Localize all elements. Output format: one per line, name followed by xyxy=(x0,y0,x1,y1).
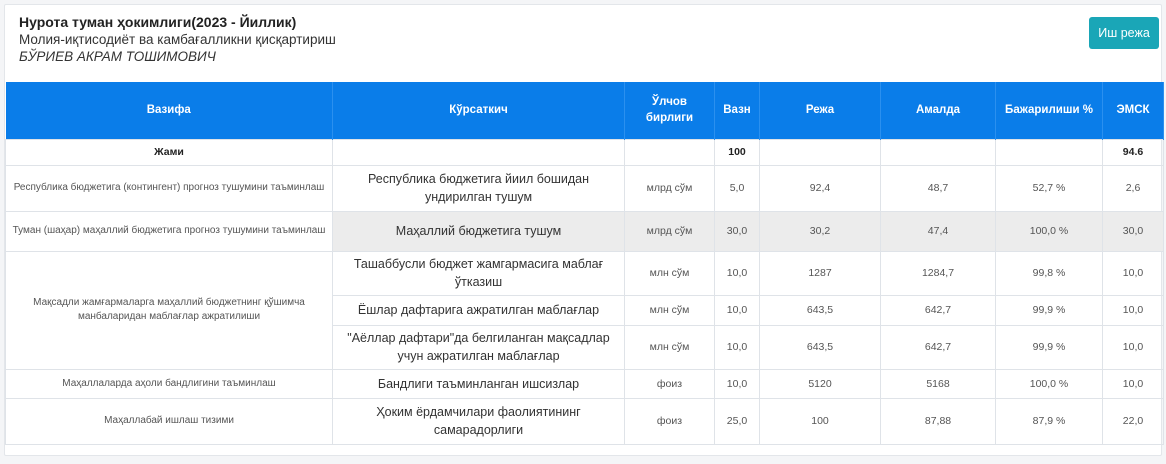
task-cell: Туман (шаҳар) маҳаллий бюджетига прогноз… xyxy=(5,210,333,252)
plan-cell: 643,5 xyxy=(759,324,881,370)
task-cell: Республика бюджетига (контингент) прогно… xyxy=(5,164,333,212)
unit-cell: млн сўм xyxy=(624,250,715,296)
column-header-emsk: ЭМСК xyxy=(1102,82,1164,139)
plan-cell: 100 xyxy=(759,397,881,445)
percent-cell: 100,0 % xyxy=(995,210,1103,252)
unit-cell: фоиз xyxy=(624,397,715,445)
indicator-cell: Бандлиги таъминланган ишсизлар xyxy=(332,368,625,399)
total-emsk: 94.6 xyxy=(1102,138,1164,166)
responsible-person: БЎРИЕВ АКРАМ ТОШИМОВИЧ xyxy=(19,49,216,64)
unit-cell: млн сўм xyxy=(624,294,715,326)
percent-cell: 52,7 % xyxy=(995,164,1103,212)
emsk-cell: 10,0 xyxy=(1102,250,1164,296)
emsk-cell: 2,6 xyxy=(1102,164,1164,212)
table-row: Маҳаллабай ишлаш тизими Ҳоким ёрдамчилар… xyxy=(5,397,1164,445)
indicator-cell: "Аёллар дафтари"да белгиланган мақсадлар… xyxy=(332,324,625,370)
weight-cell: 10,0 xyxy=(714,294,760,326)
emsk-cell: 30,0 xyxy=(1102,210,1164,252)
percent-cell: 87,9 % xyxy=(995,397,1103,445)
work-plan-button[interactable]: Иш режа xyxy=(1089,17,1159,49)
percent-cell: 100,0 % xyxy=(995,368,1103,399)
total-weight: 100 xyxy=(714,138,760,166)
actual-cell: 47,4 xyxy=(880,210,996,252)
indicator-cell: Ташаббусли бюджет жамгармасига маблағ ўт… xyxy=(332,250,625,296)
actual-cell: 48,7 xyxy=(880,164,996,212)
actual-cell: 5168 xyxy=(880,368,996,399)
actual-cell: 642,7 xyxy=(880,324,996,370)
kpi-table-container: Вазифа Кўрсаткич Ўлчов бирлиги Вазн Режа… xyxy=(5,82,1164,445)
task-cell: Маҳаллаларда аҳоли бандлигини таъминлаш xyxy=(5,368,333,399)
emsk-cell: 10,0 xyxy=(1102,294,1164,326)
unit-cell: млрд сўм xyxy=(624,210,715,252)
weight-cell: 10,0 xyxy=(714,324,760,370)
plan-cell: 30,2 xyxy=(759,210,881,252)
total-row: Жами 100 94.6 xyxy=(5,138,1164,166)
column-header-percent: Бажарилиши % xyxy=(995,82,1103,139)
report-header: Нурота туман ҳокимлиги(2023 - Йиллик) Мо… xyxy=(19,13,1159,73)
unit-cell: млн сўм xyxy=(624,324,715,370)
emsk-cell: 22,0 xyxy=(1102,397,1164,445)
column-header-task: Вазифа xyxy=(5,82,333,139)
actual-cell: 1284,7 xyxy=(880,250,996,296)
unit-cell: фоиз xyxy=(624,368,715,399)
percent-cell: 99,8 % xyxy=(995,250,1103,296)
actual-cell: 642,7 xyxy=(880,294,996,326)
indicator-cell: Маҳаллий бюджетига тушум xyxy=(332,210,625,252)
report-card: Нурота туман ҳокимлиги(2023 - Йиллик) Мо… xyxy=(4,4,1164,456)
emsk-cell: 10,0 xyxy=(1102,324,1164,370)
task-cell: Маҳаллабай ишлаш тизими xyxy=(5,397,333,445)
page-subtitle: Молия-иқтисодиёт ва камбағалликни қисқар… xyxy=(19,32,336,47)
page-title: Нурота туман ҳокимлиги(2023 - Йиллик) xyxy=(19,14,297,30)
table-row: Мақсадли жамғармаларга маҳаллий бюджетни… xyxy=(5,250,1164,370)
percent-cell: 99,9 % xyxy=(995,294,1103,326)
indicator-cell: Ёшлар дафтарига ажратилган маблағлар xyxy=(332,294,625,326)
indicator-cell: Ҳоким ёрдамчилари фаолиятининг самарадор… xyxy=(332,397,625,445)
weight-cell: 10,0 xyxy=(714,250,760,296)
actual-cell: 87,88 xyxy=(880,397,996,445)
task-cell: Мақсадли жамғармаларга маҳаллий бюджетни… xyxy=(5,250,333,370)
plan-cell: 1287 xyxy=(759,250,881,296)
table-header-row: Вазифа Кўрсаткич Ўлчов бирлиги Вазн Режа… xyxy=(5,82,1164,139)
weight-cell: 5,0 xyxy=(714,164,760,212)
column-header-actual: Амалда xyxy=(880,82,996,139)
plan-cell: 92,4 xyxy=(759,164,881,212)
column-header-weight: Вазн xyxy=(714,82,760,139)
column-header-unit: Ўлчов бирлиги xyxy=(624,82,715,139)
table-row: Республика бюджетига (контингент) прогно… xyxy=(5,164,1164,212)
weight-cell: 25,0 xyxy=(714,397,760,445)
table-row: Маҳаллаларда аҳоли бандлигини таъминлаш … xyxy=(5,368,1164,399)
kpi-table: Вазифа Кўрсаткич Ўлчов бирлиги Вазн Режа… xyxy=(5,82,1164,445)
weight-cell: 30,0 xyxy=(714,210,760,252)
indicator-cell: Республика бюджетига йиил бошидан ундири… xyxy=(332,164,625,212)
weight-cell: 10,0 xyxy=(714,368,760,399)
table-row: Туман (шаҳар) маҳаллий бюджетига прогноз… xyxy=(5,210,1164,252)
percent-cell: 99,9 % xyxy=(995,324,1103,370)
unit-cell: млрд сўм xyxy=(624,164,715,212)
column-header-plan: Режа xyxy=(759,82,881,139)
plan-cell: 643,5 xyxy=(759,294,881,326)
plan-cell: 5120 xyxy=(759,368,881,399)
column-header-indicator: Кўрсаткич xyxy=(332,82,625,139)
total-label: Жами xyxy=(5,138,333,166)
emsk-cell: 10,0 xyxy=(1102,368,1164,399)
